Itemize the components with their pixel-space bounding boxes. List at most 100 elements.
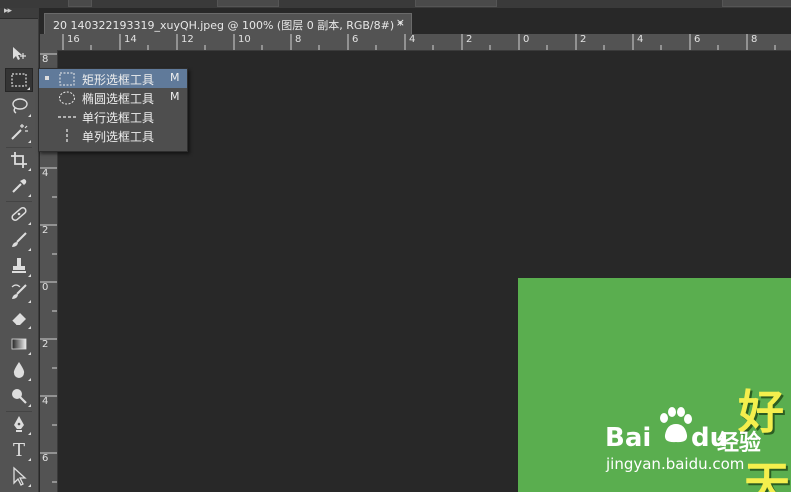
menu-item-elliptical-marquee[interactable]: 椭圆选框工具 M: [39, 88, 187, 107]
ruler-label: 4: [42, 168, 49, 179]
close-icon[interactable]: ×: [396, 16, 405, 29]
gradient-tool[interactable]: [5, 332, 33, 356]
dodge-tool[interactable]: [5, 384, 33, 408]
ruler-label: 4: [42, 396, 49, 407]
gradient-icon: [11, 338, 27, 350]
submenu-indicator-icon: [28, 114, 31, 117]
ruler-label: 12: [181, 34, 194, 45]
bandage-icon: [11, 207, 27, 221]
ruler-label: 8: [42, 54, 49, 65]
healing-brush-tool[interactable]: [5, 202, 33, 226]
blur-tool[interactable]: [5, 358, 33, 382]
move-icon: [13, 47, 26, 60]
lasso-icon: [12, 98, 28, 114]
path-selection-tool[interactable]: [5, 464, 33, 488]
ruler-label: 8: [295, 34, 302, 45]
ruler-label: 2: [580, 34, 587, 45]
menu-item-label: 椭圆选框工具: [82, 92, 155, 106]
submenu-indicator-icon: [28, 458, 31, 461]
ruler-label: 4: [409, 34, 416, 45]
ruler-label: 8: [751, 34, 758, 45]
ruler-label: 6: [694, 34, 701, 45]
move-tool[interactable]: [5, 42, 33, 66]
selected-bullet-icon: [45, 76, 49, 80]
ruler-label: 0: [42, 282, 49, 293]
menu-item-label: 单列选框工具: [82, 130, 155, 144]
watermark-url: jingyan.baidu.com: [606, 455, 745, 473]
marquee-tool[interactable]: [5, 68, 33, 92]
submenu-indicator-icon: [28, 274, 31, 277]
submenu-indicator-icon: [28, 484, 31, 487]
ruler-label: 0: [523, 34, 530, 45]
eyedropper-tool[interactable]: [5, 174, 33, 198]
submenu-indicator-icon: [28, 300, 31, 303]
pen-tool[interactable]: [5, 412, 33, 436]
menu-item-label: 单行选框工具: [82, 111, 155, 125]
clone-stamp-tool[interactable]: [5, 254, 33, 278]
submenu-indicator-icon: [28, 222, 31, 225]
document-tab[interactable]: 20 140322193319_xuyQH.jpeg @ 100% (图层 0 …: [44, 13, 412, 34]
submenu-indicator-icon: [28, 326, 31, 329]
menu-item-rectangular-marquee[interactable]: 矩形选框工具 M: [39, 69, 187, 88]
eraser-icon: [11, 313, 26, 326]
ruler-label: 16: [67, 34, 80, 45]
submenu-indicator-icon: [28, 352, 31, 355]
style-select[interactable]: [415, 0, 497, 7]
rectangular-marquee-icon: [11, 73, 27, 87]
submenu-indicator-icon: [28, 378, 31, 381]
tool-preset-picker[interactable]: [68, 0, 92, 7]
document-tab-title: 20 140322193319_xuyQH.jpeg @ 100% (图层 0 …: [53, 19, 404, 32]
menu-item-single-row-marquee[interactable]: 单行选框工具: [39, 107, 187, 126]
history-brush-icon: [11, 284, 27, 299]
pen-icon: [14, 416, 24, 432]
ruler-label: 2: [42, 339, 49, 350]
dodge-icon: [12, 389, 27, 404]
watermark-brand-bai: Bai: [605, 423, 652, 453]
brush-tool[interactable]: [5, 228, 33, 252]
refine-edge-button[interactable]: [722, 0, 791, 7]
eraser-tool[interactable]: [5, 306, 33, 330]
collapse-icon[interactable]: ▸▸: [4, 6, 12, 16]
tools-panel: ▸▸ T: [0, 6, 39, 492]
stamp-icon: [12, 258, 26, 273]
eyedropper-icon: [12, 179, 27, 193]
feather-field[interactable]: [217, 0, 279, 7]
watermark-brand-name: 经验: [717, 431, 762, 456]
paw-icon: [660, 407, 692, 443]
baidu-watermark: Bai du 经验 jingyan.baidu.com: [605, 405, 785, 475]
brush-icon: [12, 232, 27, 247]
magic-wand-tool[interactable]: [5, 120, 33, 144]
marquee-tool-flyout: 矩形选框工具 M 椭圆选框工具 M 单行选框工具 单列选框工具: [38, 68, 188, 152]
ruler-label: 6: [42, 453, 49, 464]
drop-icon: [13, 362, 25, 378]
submenu-indicator-icon: [28, 432, 31, 435]
menu-item-shortcut: M: [170, 71, 180, 84]
horizontal-ruler[interactable]: 16 14 12 10 8 6 4 2 0 2 4 6 8: [40, 34, 791, 51]
crop-tool[interactable]: [5, 148, 33, 172]
ruler-label: 10: [238, 34, 251, 45]
tools-panel-header[interactable]: ▸▸: [0, 6, 38, 19]
submenu-indicator-icon: [28, 194, 31, 197]
menu-item-single-column-marquee[interactable]: 单列选框工具: [39, 126, 187, 145]
menu-item-label: 矩形选框工具: [82, 73, 155, 87]
submenu-indicator-icon: [28, 168, 31, 171]
single-row-marquee-icon: [58, 116, 76, 118]
history-brush-tool[interactable]: [5, 280, 33, 304]
menu-item-shortcut: M: [170, 90, 180, 103]
type-tool[interactable]: T: [5, 438, 33, 462]
rectangular-marquee-icon: [59, 72, 75, 86]
arrow-icon: [13, 466, 27, 486]
ruler-origin[interactable]: [40, 34, 57, 50]
crop-icon: [11, 152, 27, 168]
submenu-indicator-icon: [28, 140, 31, 143]
lasso-tool[interactable]: [5, 94, 33, 118]
options-bar: [0, 0, 791, 8]
ruler-label: 14: [124, 34, 137, 45]
ruler-label: 2: [42, 225, 49, 236]
submenu-indicator-icon: [27, 87, 30, 90]
magic-wand-icon: [11, 124, 28, 140]
ruler-label: 2: [466, 34, 473, 45]
single-column-marquee-icon: [66, 129, 68, 143]
submenu-indicator-icon: [28, 404, 31, 407]
type-icon: T: [12, 439, 25, 461]
